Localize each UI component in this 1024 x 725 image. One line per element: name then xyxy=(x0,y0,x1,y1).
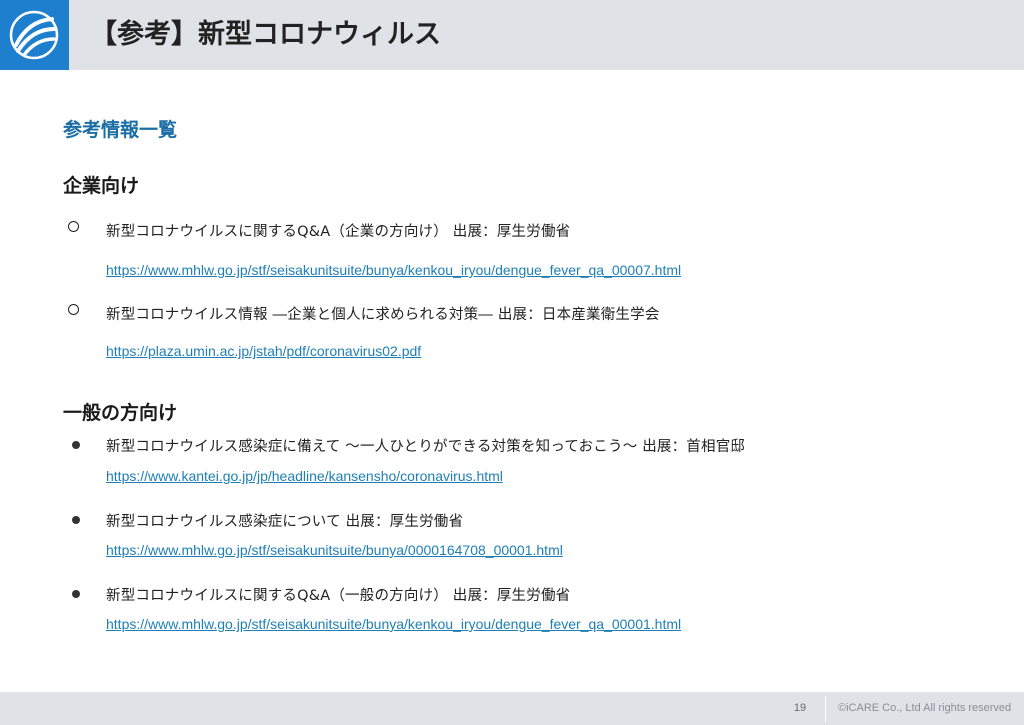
page-number: 19 xyxy=(793,702,807,714)
reference-link[interactable]: https://www.mhlw.go.jp/stf/seisakunitsui… xyxy=(106,542,563,558)
reference-link[interactable]: https://www.mhlw.go.jp/stf/seisakunitsui… xyxy=(106,616,681,632)
footer-divider xyxy=(825,696,826,722)
hollow-bullet-icon xyxy=(68,304,79,315)
page-title: 【参考】新型コロナウィルス xyxy=(90,19,441,50)
corporate-heading: 企業向け xyxy=(63,175,140,197)
list-item-text: 新型コロナウイルスに関するQ&A（企業の方向け） 出展：厚生労働省 xyxy=(106,224,571,240)
list-item-text: 新型コロナウイルス感染症に備えて ～一人ひとりができる対策を知っておこう～ 出展… xyxy=(106,439,746,455)
filled-bullet-icon xyxy=(72,441,80,449)
section-heading: 参考情報一覧 xyxy=(63,119,178,141)
general-heading: 一般の方向け xyxy=(63,402,178,424)
logo-icon xyxy=(9,10,59,60)
filled-bullet-icon xyxy=(72,516,80,524)
hollow-bullet-icon xyxy=(68,221,79,232)
reference-link[interactable]: https://www.mhlw.go.jp/stf/seisakunitsui… xyxy=(106,262,681,278)
reference-link[interactable]: https://plaza.umin.ac.jp/jstah/pdf/coron… xyxy=(106,343,421,359)
company-logo xyxy=(0,0,69,70)
list-item-text: 新型コロナウイルスに関するQ&A（一般の方向け） 出展：厚生労働省 xyxy=(106,588,571,604)
list-item-text: 新型コロナウイルス感染症について 出展：厚生労働省 xyxy=(106,514,464,530)
copyright-text: ©iCARE Co., Ltd All rights reserved xyxy=(838,702,1012,714)
reference-link[interactable]: https://www.kantei.go.jp/jp/headline/kan… xyxy=(106,468,503,484)
list-item-text: 新型コロナウイルス情報 ―企業と個人に求められる対策― 出展：日本産業衛生学会 xyxy=(106,307,660,323)
filled-bullet-icon xyxy=(72,590,80,598)
